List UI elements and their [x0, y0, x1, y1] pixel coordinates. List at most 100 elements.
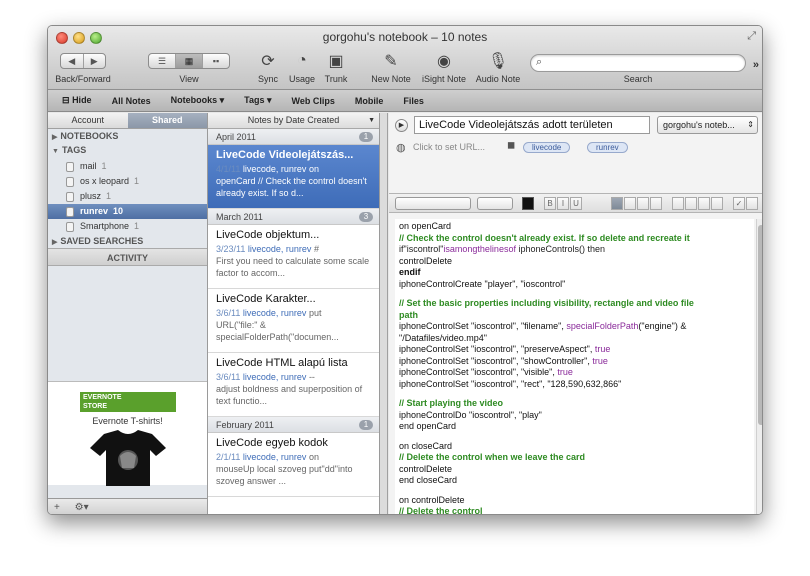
store-ad[interactable]: EVERNOTE STORE Evernote T-shirts!: [48, 381, 207, 486]
store-banner: EVERNOTE STORE: [80, 392, 176, 412]
group-count-badge: 1: [359, 132, 373, 142]
isight-note-icon[interactable]: ◉: [434, 52, 454, 70]
code-line: controlDelete: [399, 464, 750, 476]
tag-name: plusz: [80, 191, 102, 201]
disclosure-right-icon: ▶: [52, 239, 58, 246]
search-input[interactable]: ⌕: [530, 54, 746, 72]
note-item[interactable]: LiveCode egyeb kodok 2/1/11 livecode, ru…: [208, 433, 379, 497]
disclosure-right-icon: ▶: [52, 134, 58, 141]
play-icon[interactable]: ▶: [395, 119, 408, 132]
align-justify-button[interactable]: [650, 197, 662, 210]
tag-item-plusz[interactable]: plusz 1: [48, 189, 207, 204]
note-snippet-start: on: [308, 164, 319, 174]
note-snippet: mouseUp local szoveg put"dd"into szoveg …: [216, 464, 353, 486]
mobile-link[interactable]: Mobile: [355, 96, 384, 106]
all-notes-link[interactable]: All Notes: [112, 96, 151, 106]
size-select[interactable]: [477, 197, 513, 210]
new-note-label: New Note: [371, 74, 411, 84]
underline-button[interactable]: U: [570, 197, 582, 210]
forward-icon[interactable]: ▶: [84, 54, 106, 68]
checkbox-button[interactable]: ✓: [733, 197, 745, 210]
tag-pill[interactable]: runrev: [587, 142, 628, 153]
hide-button[interactable]: ⊟ Hide: [62, 95, 92, 106]
gear-icon[interactable]: ⚙▾: [75, 502, 89, 513]
web-clips-link[interactable]: Web Clips: [292, 96, 335, 106]
more-format-button[interactable]: [746, 197, 758, 210]
code-token: path: [399, 309, 418, 320]
tag-item-mail[interactable]: mail 1: [48, 159, 207, 174]
align-left-button[interactable]: [611, 197, 623, 210]
thumbnail-view-icon[interactable]: ▪▪: [203, 54, 229, 68]
indent-button[interactable]: [711, 197, 723, 210]
tags-menu[interactable]: Tags ▾: [244, 95, 271, 106]
url-field[interactable]: Click to set URL...: [413, 142, 485, 152]
microphone-icon[interactable]: 🎙: [488, 52, 508, 70]
note-title-input[interactable]: LiveCode Videolejátszás adott területen: [414, 116, 650, 134]
align-center-button[interactable]: [624, 197, 636, 210]
bullet-list-button[interactable]: [672, 197, 684, 210]
new-note-icon[interactable]: ✎: [381, 52, 401, 70]
ad-title: Evernote T-shirts!: [92, 416, 163, 426]
code-line: iphoneControlSet "ioscontrol", "visible"…: [399, 367, 750, 379]
note-date: 3/23/11: [216, 244, 246, 254]
font-select[interactable]: [395, 197, 471, 210]
code-line: endif: [399, 267, 750, 279]
tab-shared[interactable]: Shared: [127, 113, 207, 128]
files-link[interactable]: Files: [403, 96, 424, 106]
tags-section[interactable]: ▼ TAGS: [48, 143, 207, 157]
snippet-view-icon[interactable]: ▦: [176, 54, 203, 68]
hide-icon: ⊟: [62, 95, 70, 105]
italic-button[interactable]: I: [557, 197, 569, 210]
code-line: iphoneControlSet "ioscontrol", "rect", "…: [399, 379, 750, 391]
code-token: on closeCard: [399, 440, 453, 451]
notebooks-section[interactable]: ▶ NOTEBOOKS: [48, 129, 207, 143]
align-right-button[interactable]: [637, 197, 649, 210]
note-item[interactable]: LiveCode objektum... 3/23/11 livecode, r…: [208, 225, 379, 289]
tag-icon: [66, 176, 74, 187]
note-meta: 3/23/11 livecode, runrev #: [216, 243, 371, 255]
code-line: iphoneControlSet "ioscontrol", "preserve…: [399, 344, 750, 356]
notebook-select[interactable]: gorgohu's noteb... ⇕: [657, 116, 758, 134]
fullscreen-icon[interactable]: ⤢: [747, 30, 756, 43]
note-date: 4/1/11: [216, 164, 241, 174]
tag-item-os-x-leopard[interactable]: os x leopard 1: [48, 174, 207, 189]
bold-button[interactable]: B: [544, 197, 556, 210]
back-forward-control[interactable]: ◀ ▶: [60, 53, 106, 69]
code-token: if"iscontrol": [399, 244, 444, 254]
saved-searches-section[interactable]: ▶ SAVED SEARCHES: [48, 234, 207, 248]
code-line: iphoneControlSet "ioscontrol", "showCont…: [399, 356, 750, 368]
code-token: controlDelete: [399, 255, 453, 266]
tag-item-smartphone[interactable]: Smartphone 1: [48, 219, 207, 234]
note-item[interactable]: LiveCode Videolejátszás... 4/1/11 liveco…: [208, 145, 379, 209]
outdent-button[interactable]: [698, 197, 710, 210]
note-tags: livecode, runrev: [247, 244, 312, 254]
note-item[interactable]: LiveCode Karakter... 3/6/11 livecode, ru…: [208, 289, 379, 353]
usage-icon[interactable]: ◔: [292, 52, 312, 70]
text-color-button[interactable]: [522, 197, 534, 210]
activity-header[interactable]: ACTIVITY: [48, 248, 207, 266]
view-switcher[interactable]: ☰ ▦ ▪▪: [148, 53, 230, 69]
notebooks-menu[interactable]: Notebooks ▾: [171, 95, 225, 106]
add-icon[interactable]: +: [54, 502, 60, 513]
list-view-icon[interactable]: ☰: [149, 54, 176, 68]
note-snippet-start: put: [308, 308, 322, 318]
window-title: gorgohu's notebook – 10 notes: [322, 30, 488, 44]
tag-pill[interactable]: livecode: [523, 142, 571, 153]
note-title: LiveCode objektum...: [216, 229, 320, 241]
sync-icon[interactable]: ⟳: [258, 52, 278, 70]
note-item[interactable]: LiveCode HTML alapú lista 3/6/11 livecod…: [208, 353, 379, 417]
code-token: iphoneControlSet "ioscontrol", "filename…: [399, 321, 567, 331]
editor-scrollbar[interactable]: [756, 219, 762, 514]
numbered-list-button[interactable]: [685, 197, 697, 210]
note-title: LiveCode HTML alapú lista: [216, 357, 348, 369]
tag-name: os x leopard: [80, 176, 130, 186]
tab-account[interactable]: Account: [48, 113, 128, 128]
toolbar-overflow-icon[interactable]: »: [753, 59, 759, 71]
trunk-icon[interactable]: ▣: [326, 52, 346, 70]
note-body[interactable]: on openCard// Check the control doesn't …: [395, 219, 754, 514]
sort-header[interactable]: Notes by Date Created ▼: [208, 113, 379, 129]
scroll-thumb[interactable]: [758, 225, 762, 425]
pane-splitter[interactable]: [380, 113, 388, 514]
back-icon[interactable]: ◀: [61, 54, 84, 68]
tag-item-runrev[interactable]: runrev 10: [48, 204, 207, 219]
